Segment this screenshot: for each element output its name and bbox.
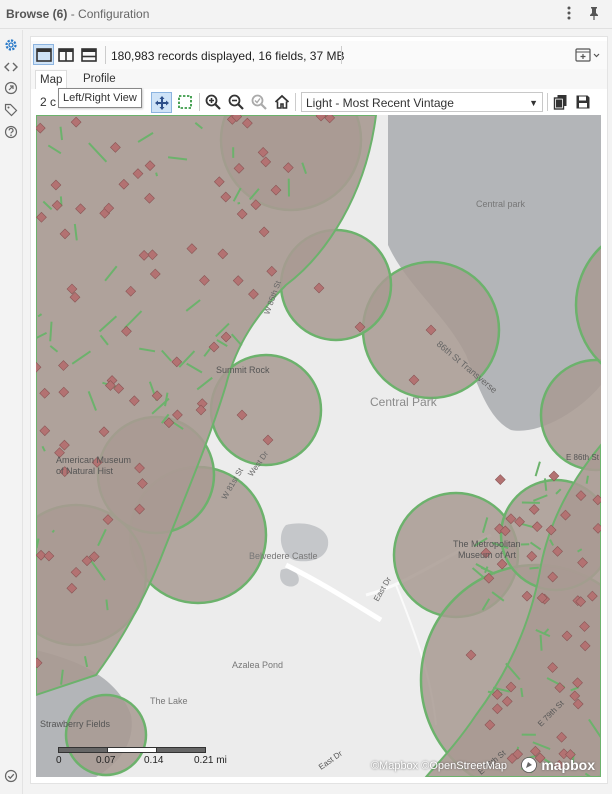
voronoi-edge — [520, 687, 524, 698]
scale-tick: 0.14 — [144, 755, 164, 766]
window-title-sub: - Configuration — [67, 7, 150, 21]
map-label: Belvedere Castle — [249, 551, 318, 561]
tag-icon[interactable] — [3, 102, 19, 118]
window-title: Browse (6) - Configuration — [6, 7, 149, 21]
view-toolbar: 180,983 records displayed, 16 fields, 37… — [31, 41, 607, 69]
zoom-in-button[interactable] — [203, 92, 223, 112]
map-attribution[interactable]: ©Mapbox ©OpenStreetMap — [371, 760, 507, 772]
single-view-button[interactable] — [33, 44, 54, 65]
scale-segment — [156, 747, 206, 753]
records-summary: 180,983 records displayed, 16 fields, 37… — [111, 49, 345, 63]
voronoi-edge — [543, 478, 548, 491]
map-label: of Natural Hist — [56, 466, 114, 476]
voronoi-edge — [237, 201, 241, 205]
map-label: Central Park — [370, 395, 438, 409]
voronoi-edge — [105, 599, 109, 611]
code-icon[interactable] — [3, 59, 19, 75]
scale-tick: 0.21 mi — [194, 755, 227, 766]
connection-icon[interactable] — [3, 80, 19, 96]
map-scale-bar: 0 0.07 0.14 0.21 mi — [56, 747, 227, 767]
base-map-style-value: Light - Most Recent Vintage — [306, 96, 454, 110]
map-label: The Lake — [150, 696, 188, 706]
window-titlebar: Browse (6) - Configuration — [0, 0, 612, 29]
tooltip: Left/Right View — [58, 88, 142, 108]
top-bottom-view-button[interactable] — [79, 45, 99, 65]
scale-tick: 0 — [56, 755, 62, 766]
map-label: The Metropolitan — [453, 539, 521, 549]
help-icon[interactable] — [3, 124, 19, 140]
voronoi-edge — [529, 566, 539, 570]
mapbox-logo-icon — [521, 757, 538, 773]
map-label: Museum of Art — [458, 550, 517, 560]
toolbar-divider — [105, 46, 106, 64]
chevron-down-icon: ▼ — [529, 98, 538, 108]
pin-icon[interactable] — [585, 4, 603, 22]
scale-tick: 0.07 — [96, 755, 116, 766]
toolbar-divider — [199, 93, 200, 111]
scale-segment — [58, 747, 108, 753]
copy-icon[interactable] — [551, 92, 571, 112]
toolbar-divider — [341, 46, 342, 64]
zoom-out-button[interactable] — [226, 92, 246, 112]
map-label: Central park — [476, 199, 526, 209]
voronoi-edge — [539, 634, 543, 651]
window-title-main: Browse (6) — [6, 7, 68, 21]
voronoi-edge — [155, 172, 158, 177]
left-right-view-button[interactable] — [56, 45, 76, 65]
map-label: E 86th St — [566, 453, 600, 462]
voronoi-edge — [49, 321, 53, 342]
map-label: Strawberry Fields — [40, 719, 111, 729]
add-view-icon[interactable] — [574, 45, 602, 65]
map-label: Azalea Pond — [232, 660, 283, 670]
toolbar-divider — [295, 93, 296, 111]
voronoi-edge — [585, 475, 589, 484]
map-canvas[interactable]: Central park Central Park Summit Rock Am… — [36, 115, 601, 777]
voronoi-edge — [51, 529, 55, 534]
map-label: American Museum — [56, 455, 131, 465]
layer-count-text: 2 c — [40, 95, 57, 109]
toolbar-divider — [547, 93, 548, 111]
mapbox-logo-text: mapbox — [541, 757, 595, 773]
map-label: Summit Rock — [216, 365, 270, 375]
home-icon[interactable] — [272, 92, 292, 112]
check-circle-icon[interactable] — [3, 768, 19, 784]
left-rail — [0, 30, 23, 794]
mapbox-logo[interactable]: mapbox — [520, 756, 595, 774]
tab-map[interactable]: Map — [35, 70, 68, 89]
more-options-icon[interactable] — [560, 4, 578, 22]
base-map-style-select[interactable]: Light - Most Recent Vintage ▼ — [301, 92, 543, 112]
pan-tool-button[interactable] — [151, 92, 172, 113]
map-svg: Central park Central Park Summit Rock Am… — [36, 115, 601, 777]
zoom-to-selection-button[interactable] — [249, 92, 269, 112]
scale-segment — [107, 747, 157, 753]
save-icon[interactable] — [573, 92, 593, 112]
select-tool-button[interactable] — [175, 92, 195, 112]
view-tabs: Map Profile — [31, 69, 607, 90]
gear-icon[interactable] — [3, 37, 19, 53]
tab-profile[interactable]: Profile — [79, 70, 120, 88]
